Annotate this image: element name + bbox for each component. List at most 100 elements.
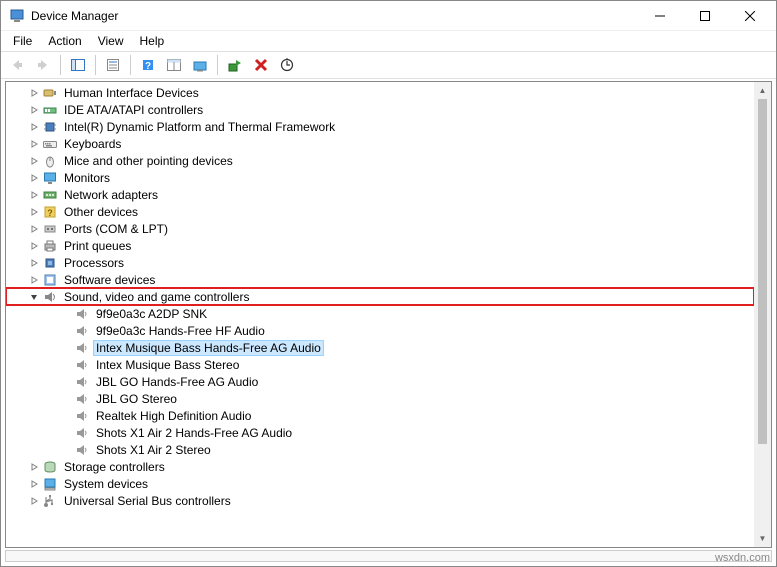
device-label: Shots X1 Air 2 Stereo: [94, 443, 213, 457]
window-controls: [637, 2, 772, 30]
tree-category[interactable]: Network adapters: [6, 186, 754, 203]
category-label: Universal Serial Bus controllers: [62, 494, 233, 508]
toolbar: ?: [1, 51, 776, 79]
tree-device[interactable]: Shots X1 Air 2 Stereo: [6, 441, 754, 458]
menu-help[interactable]: Help: [132, 32, 173, 50]
device-label: Intex Musique Bass Stereo: [94, 358, 241, 372]
sound-icon: [42, 289, 58, 305]
expander-icon[interactable]: [26, 493, 42, 509]
uninstall-device-button[interactable]: [249, 53, 273, 77]
scroll-down-button[interactable]: ▼: [754, 530, 771, 547]
forward-button[interactable]: [31, 53, 55, 77]
update-driver-button[interactable]: [188, 53, 212, 77]
toolbar-separator: [60, 55, 61, 75]
expander-icon[interactable]: [26, 221, 42, 237]
tree-category[interactable]: Mice and other pointing devices: [6, 152, 754, 169]
software-icon: [42, 272, 58, 288]
tree-category[interactable]: Sound, video and game controllers: [6, 288, 754, 305]
expander-icon[interactable]: [26, 153, 42, 169]
system-icon: [42, 476, 58, 492]
tree-device[interactable]: JBL GO Hands-Free AG Audio: [6, 373, 754, 390]
expander-icon[interactable]: [26, 187, 42, 203]
speaker-icon: [74, 357, 90, 373]
tree-category[interactable]: ?Other devices: [6, 203, 754, 220]
tree-category[interactable]: Human Interface Devices: [6, 84, 754, 101]
vertical-scrollbar[interactable]: ▲ ▼: [754, 82, 771, 547]
expander-icon[interactable]: [26, 85, 42, 101]
other-icon: ?: [42, 204, 58, 220]
expander-icon[interactable]: [26, 476, 42, 492]
expander-icon[interactable]: [26, 459, 42, 475]
tree-category[interactable]: Processors: [6, 254, 754, 271]
status-bar: [5, 550, 772, 562]
scroll-up-button[interactable]: ▲: [754, 82, 771, 99]
minimize-button[interactable]: [637, 2, 682, 30]
tree-category[interactable]: Storage controllers: [6, 458, 754, 475]
chip-icon: [42, 119, 58, 135]
device-label: JBL GO Hands-Free AG Audio: [94, 375, 260, 389]
expander-icon[interactable]: [26, 238, 42, 254]
device-label: Realtek High Definition Audio: [94, 409, 253, 423]
tree-device[interactable]: Intex Musique Bass Hands-Free AG Audio: [6, 339, 754, 356]
tree-category[interactable]: Print queues: [6, 237, 754, 254]
toolbar-separator: [130, 55, 131, 75]
expander-icon[interactable]: [26, 170, 42, 186]
expander-icon[interactable]: [26, 119, 42, 135]
expander-icon[interactable]: [26, 289, 42, 305]
help-button[interactable]: ?: [136, 53, 160, 77]
svg-text:?: ?: [47, 208, 53, 218]
menu-action[interactable]: Action: [40, 32, 89, 50]
tree-category[interactable]: Intel(R) Dynamic Platform and Thermal Fr…: [6, 118, 754, 135]
maximize-button[interactable]: [682, 2, 727, 30]
watermark: wsxdn.com: [715, 552, 770, 564]
tree-category[interactable]: Monitors: [6, 169, 754, 186]
tree-device[interactable]: JBL GO Stereo: [6, 390, 754, 407]
category-label: Software devices: [62, 273, 157, 287]
tree-category[interactable]: System devices: [6, 475, 754, 492]
tree-category[interactable]: Universal Serial Bus controllers: [6, 492, 754, 509]
expander-icon[interactable]: [26, 136, 42, 152]
properties-button[interactable]: [101, 53, 125, 77]
speaker-icon: [74, 442, 90, 458]
back-button[interactable]: [5, 53, 29, 77]
tree-device[interactable]: Realtek High Definition Audio: [6, 407, 754, 424]
device-tree[interactable]: Human Interface Devices IDE ATA/ATAPI con…: [6, 82, 754, 547]
scrollbar-thumb[interactable]: [758, 99, 767, 444]
ide-icon: [42, 102, 58, 118]
scan-hardware-button[interactable]: [275, 53, 299, 77]
tree-device[interactable]: 9f9e0a3c A2DP SNK: [6, 305, 754, 322]
enable-device-button[interactable]: [223, 53, 247, 77]
close-button[interactable]: [727, 2, 772, 30]
svg-text:?: ?: [145, 61, 151, 72]
tree-device[interactable]: 9f9e0a3c Hands-Free HF Audio: [6, 322, 754, 339]
speaker-icon: [74, 391, 90, 407]
category-label: Intel(R) Dynamic Platform and Thermal Fr…: [62, 120, 337, 134]
menu-file[interactable]: File: [5, 32, 40, 50]
category-label: System devices: [62, 477, 150, 491]
category-label: Mice and other pointing devices: [62, 154, 235, 168]
expander-icon[interactable]: [26, 272, 42, 288]
expander-icon[interactable]: [26, 204, 42, 220]
storage-icon: [42, 459, 58, 475]
tree-category[interactable]: Ports (COM & LPT): [6, 220, 754, 237]
tree-category[interactable]: IDE ATA/ATAPI controllers: [6, 101, 754, 118]
hid-icon: [42, 85, 58, 101]
tree-category[interactable]: Keyboards: [6, 135, 754, 152]
tree-device[interactable]: Shots X1 Air 2 Hands-Free AG Audio: [6, 424, 754, 441]
expander-icon[interactable]: [26, 255, 42, 271]
category-label: Print queues: [62, 239, 133, 253]
speaker-icon: [74, 425, 90, 441]
view-by-type-button[interactable]: [162, 53, 186, 77]
category-label: Processors: [62, 256, 126, 270]
device-label: 9f9e0a3c Hands-Free HF Audio: [94, 324, 267, 338]
device-label: Shots X1 Air 2 Hands-Free AG Audio: [94, 426, 294, 440]
tree-device[interactable]: Intex Musique Bass Stereo: [6, 356, 754, 373]
category-label: Network adapters: [62, 188, 160, 202]
menubar: File Action View Help: [1, 31, 776, 51]
device-label: JBL GO Stereo: [94, 392, 179, 406]
menu-view[interactable]: View: [90, 32, 132, 50]
category-label: IDE ATA/ATAPI controllers: [62, 103, 205, 117]
show-hide-button[interactable]: [66, 53, 90, 77]
tree-category[interactable]: Software devices: [6, 271, 754, 288]
expander-icon[interactable]: [26, 102, 42, 118]
